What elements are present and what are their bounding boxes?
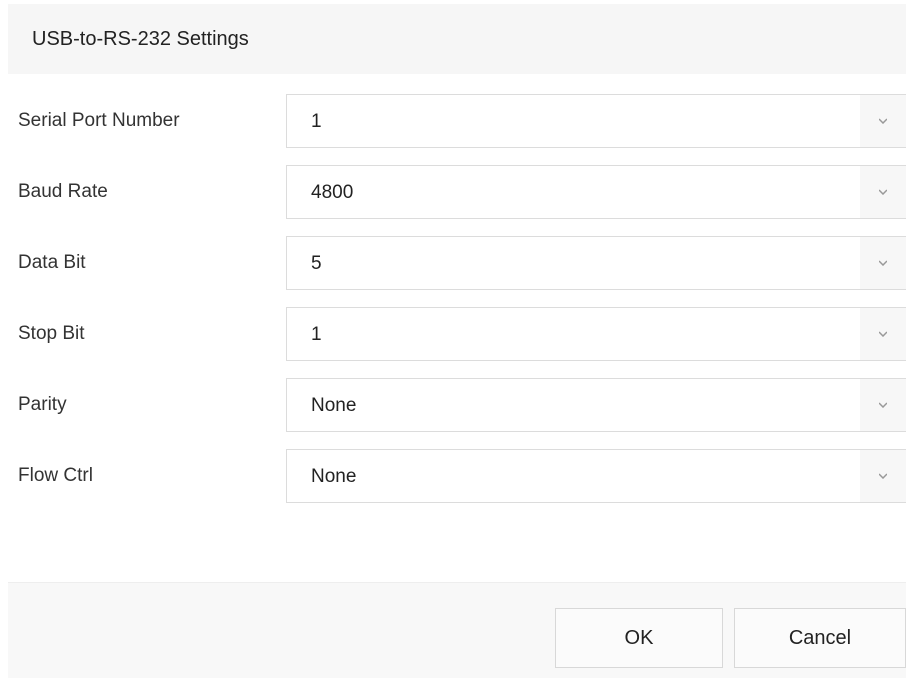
baud-rate-dropdown-button[interactable]: [860, 166, 906, 218]
stop-bit-dropdown-button[interactable]: [860, 308, 906, 360]
usb-rs232-settings-dialog: USB-to-RS-232 Settings Serial Port Numbe…: [8, 4, 906, 678]
baud-rate-label: Baud Rate: [18, 181, 108, 202]
parity-value: None: [311, 395, 357, 416]
baud-rate-row: Baud Rate 4800: [8, 165, 906, 221]
flow-ctrl-select[interactable]: None: [286, 449, 906, 503]
parity-row: Parity None: [8, 378, 906, 434]
serial-port-number-select[interactable]: 1: [286, 94, 906, 148]
parity-label: Parity: [18, 394, 67, 415]
serial-port-number-dropdown-button[interactable]: [860, 95, 906, 147]
serial-port-number-label: Serial Port Number: [18, 110, 180, 131]
serial-port-number-row: Serial Port Number 1: [8, 94, 906, 150]
flow-ctrl-value: None: [311, 466, 357, 487]
dialog-footer: OK Cancel: [8, 583, 906, 678]
cancel-button[interactable]: Cancel: [734, 608, 906, 668]
flow-ctrl-label: Flow Ctrl: [18, 465, 93, 486]
parity-dropdown-button[interactable]: [860, 379, 906, 431]
data-bit-row: Data Bit 5: [8, 236, 906, 292]
baud-rate-select[interactable]: 4800: [286, 165, 906, 219]
ok-button[interactable]: OK: [555, 608, 723, 668]
dialog-title: USB-to-RS-232 Settings: [32, 28, 249, 50]
stop-bit-row: Stop Bit 1: [8, 307, 906, 363]
baud-rate-value: 4800: [311, 182, 354, 203]
data-bit-dropdown-button[interactable]: [860, 237, 906, 289]
chevron-down-icon: [879, 402, 887, 408]
dialog-title-bar: USB-to-RS-232 Settings: [8, 4, 906, 74]
flow-ctrl-dropdown-button[interactable]: [860, 450, 906, 502]
chevron-down-icon: [879, 189, 887, 195]
flow-ctrl-row: Flow Ctrl None: [8, 449, 906, 505]
data-bit-select[interactable]: 5: [286, 236, 906, 290]
data-bit-label: Data Bit: [18, 252, 86, 273]
chevron-down-icon: [879, 331, 887, 337]
serial-port-number-value: 1: [311, 111, 322, 132]
stop-bit-select[interactable]: 1: [286, 307, 906, 361]
stop-bit-value: 1: [311, 324, 322, 345]
chevron-down-icon: [879, 473, 887, 479]
parity-select[interactable]: None: [286, 378, 906, 432]
data-bit-value: 5: [311, 253, 322, 274]
chevron-down-icon: [879, 260, 887, 266]
chevron-down-icon: [879, 118, 887, 124]
stop-bit-label: Stop Bit: [18, 323, 85, 344]
